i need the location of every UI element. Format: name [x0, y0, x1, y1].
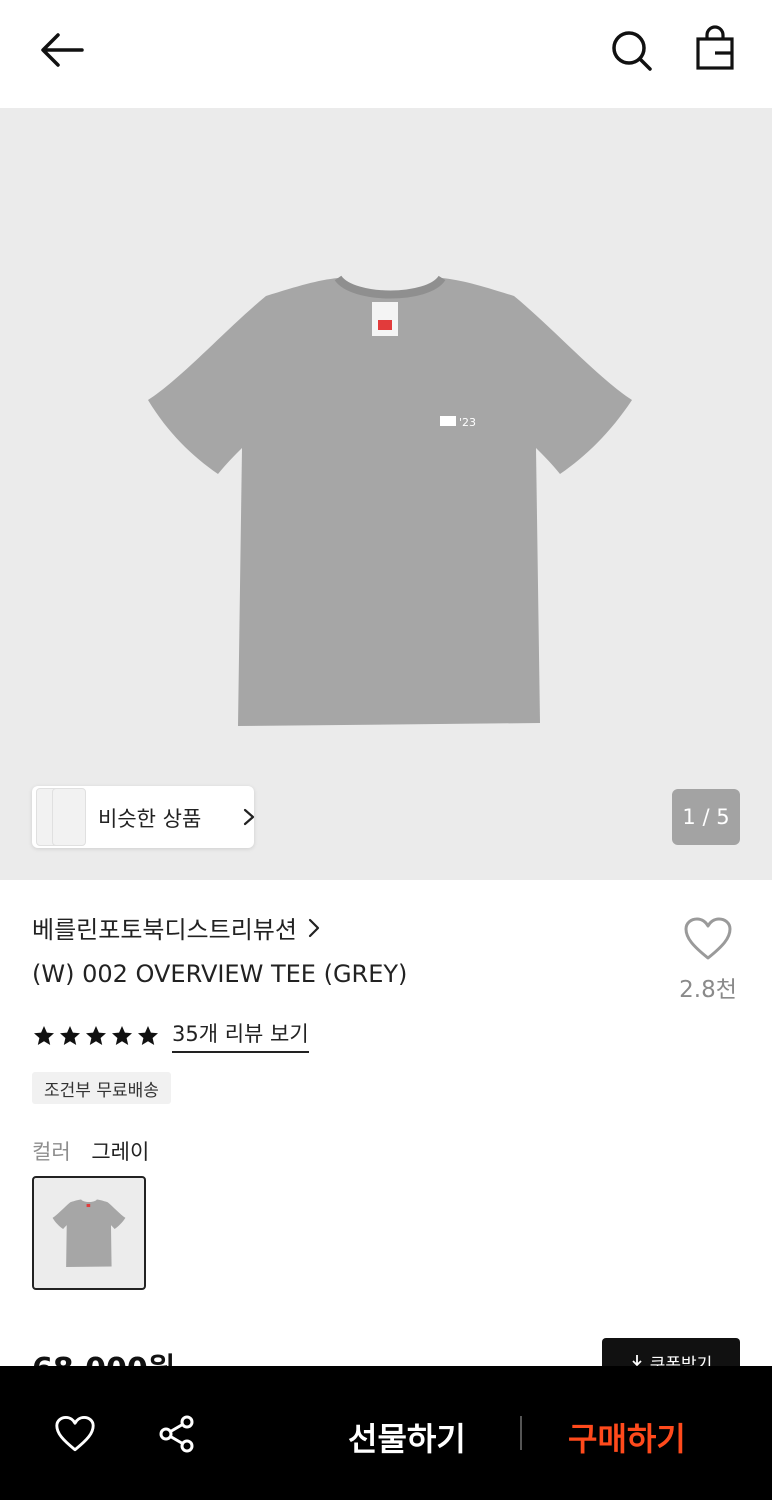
product-title: (W) 002 OVERVIEW TEE (GREY): [32, 960, 408, 988]
similar-thumb: [52, 788, 86, 846]
bottom-action-bar: 선물하기 구매하기: [0, 1366, 772, 1500]
heart-icon: [55, 1416, 95, 1452]
bag-button[interactable]: [689, 24, 741, 76]
brand-link[interactable]: 베를린포토북디스트리뷰션: [32, 910, 321, 945]
gift-button[interactable]: 선물하기: [348, 1414, 466, 1460]
chevron-right-icon: [308, 918, 320, 937]
buy-button[interactable]: 구매하기: [568, 1414, 686, 1460]
heart-icon: [684, 917, 732, 960]
back-button[interactable]: [36, 24, 88, 76]
color-swatch-grey[interactable]: [32, 1176, 146, 1290]
product-image-gallery[interactable]: '23 비슷한 상품 1 / 5: [0, 108, 772, 880]
similar-products-button[interactable]: 비슷한 상품: [32, 786, 255, 848]
wishlist-button[interactable]: [53, 1412, 97, 1456]
brand-name: 베를린포토북디스트리뷰션: [32, 916, 297, 944]
color-label: 컬러: [32, 1140, 71, 1164]
arrow-left-icon: [41, 33, 84, 67]
shopping-bag-icon: [696, 25, 734, 70]
star-icon: [34, 1025, 54, 1045]
chevron-right-icon: [243, 808, 255, 826]
search-icon: [612, 31, 652, 71]
star-icon: [86, 1025, 106, 1045]
product-thumbnail: [52, 1199, 126, 1267]
similar-products-label: 비슷한 상품: [98, 807, 202, 831]
svg-text:'23: '23: [459, 416, 476, 429]
share-button[interactable]: [155, 1412, 199, 1456]
rating-row: 35개 리뷰 보기: [32, 1018, 309, 1053]
top-bar: [0, 0, 772, 108]
star-icon: [112, 1025, 132, 1045]
like-count: 2.8천: [679, 977, 737, 1003]
star-icon: [138, 1025, 158, 1045]
review-link[interactable]: 35개 리뷰 보기: [172, 1018, 309, 1053]
search-button[interactable]: [605, 24, 657, 76]
share-icon: [159, 1415, 194, 1453]
color-value: 그레이: [91, 1140, 150, 1164]
product-image: '23: [148, 275, 632, 726]
star-icon: [60, 1025, 80, 1045]
similar-thumbnails: [32, 786, 92, 848]
divider: [520, 1416, 522, 1450]
color-row: 컬러 그레이: [32, 1136, 149, 1166]
shipping-badge: 조건부 무료배송: [32, 1072, 171, 1104]
image-counter: 1 / 5: [672, 789, 740, 845]
like-button[interactable]: 2.8천: [676, 916, 740, 1004]
